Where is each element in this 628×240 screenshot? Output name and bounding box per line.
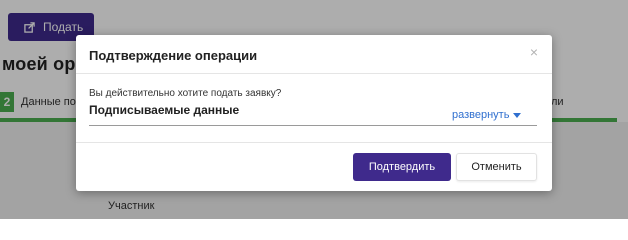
signed-data-label: Подписываемые данные <box>89 103 240 117</box>
dialog-question: Вы действительно хотите подать заявку? <box>89 88 282 99</box>
expand-link[interactable]: развернуть <box>452 109 522 121</box>
field-underline <box>89 125 537 126</box>
expand-label: развернуть <box>452 109 510 121</box>
confirm-button[interactable]: Подтвердить <box>353 153 451 181</box>
cancel-button[interactable]: Отменить <box>456 153 537 181</box>
divider <box>76 142 552 143</box>
divider <box>76 73 552 74</box>
close-icon[interactable]: × <box>530 44 538 60</box>
triangle-down-icon <box>513 112 522 118</box>
confirm-dialog: Подтверждение операции × Вы действительн… <box>76 35 552 191</box>
dialog-title: Подтверждение операции <box>89 48 258 63</box>
